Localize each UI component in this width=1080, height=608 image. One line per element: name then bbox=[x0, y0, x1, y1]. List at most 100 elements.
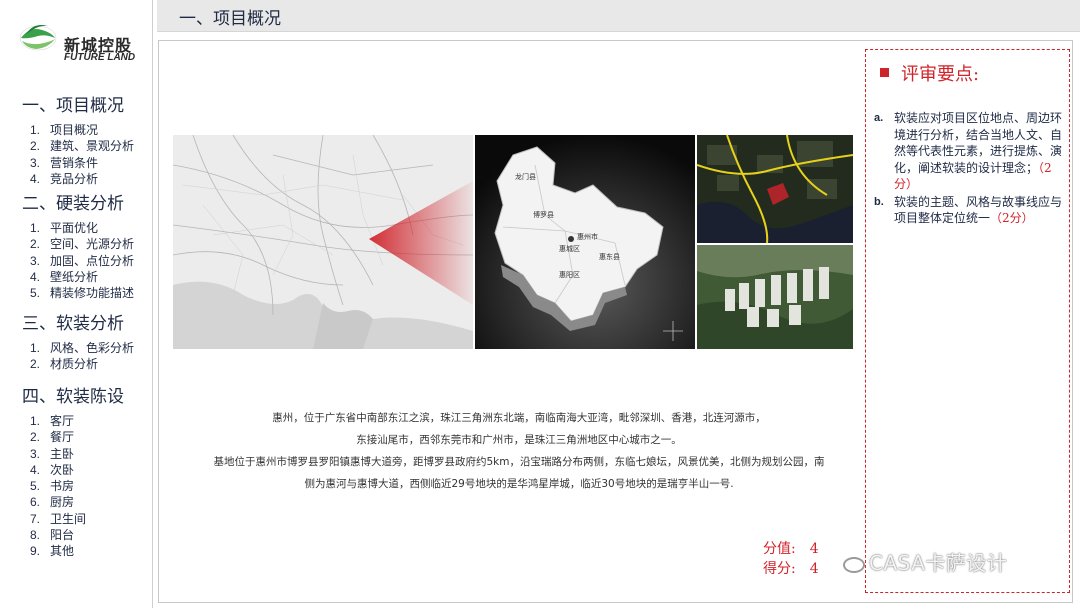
description-line: 基地位于惠州市博罗县罗阳镇惠博大道旁，距博罗县政府约5km，沿宝瑞路分布两侧，东… bbox=[213, 456, 825, 468]
map-label-huidong: 惠东县 bbox=[599, 252, 620, 261]
road-map-illustration bbox=[173, 135, 473, 349]
nav-item[interactable]: 1. 平面优化 bbox=[30, 220, 134, 236]
nav-item-number: 3. bbox=[30, 446, 41, 461]
description-line: 惠州，位于广东省中南部东江之滨，珠江三角洲东北端，南临南海大亚湾，毗邻深圳、香港… bbox=[272, 412, 766, 424]
nav-list: 1. 平面优化 2. 空间、光源分析 3. 加固、点位分析 4. 壁纸分析 5. 精装修功… bbox=[30, 220, 134, 301]
slide-content: 龙门县 博罗县 惠州市 惠城区 惠东县 惠阳区 惠州，位于广东省中南部东江之滨，… bbox=[158, 40, 1073, 603]
nav-item-number: 4. bbox=[30, 269, 41, 284]
nav-section-hard-decoration: 二、硬装分析 1. 平面优化 2. 空间、光源分析 3. 加固、点位分析 4. 壁纸分析… bbox=[22, 192, 134, 301]
nav-item[interactable]: 2. 建筑、景观分析 bbox=[30, 138, 134, 154]
nav-item-label: 阳台 bbox=[50, 528, 75, 543]
map-label-boluo: 博罗县 bbox=[533, 210, 554, 219]
nav-list: 1. 客厅 2. 餐厅 3. 主卧 4. 次卧 5. 书房 6. 厨房 7. 卫生间 8. 阳台… bbox=[30, 413, 124, 560]
review-criterion: b. 软装的主题、风格与故事线应与项目整体定位统一（2分） bbox=[874, 194, 1069, 227]
nav-item[interactable]: 3. 营销条件 bbox=[30, 155, 134, 171]
nav-item[interactable]: 3. 主卧 bbox=[30, 446, 124, 462]
score-earned: 4 bbox=[809, 561, 819, 577]
sidebar: 新城控股 FUTURE LAND 一、项目概况 1. 项目概况 2. 建筑、景观分析… bbox=[0, 0, 153, 608]
nav-section-soft-decoration: 三、软装分析 1. 风格、色彩分析 2. 材质分析 bbox=[22, 312, 134, 373]
nav-item-number: 1. bbox=[30, 341, 41, 355]
map-label-longmen: 龙门县 bbox=[515, 172, 536, 181]
nav-item[interactable]: 5. 书房 bbox=[30, 478, 124, 494]
nav-item-label: 建筑、景观分析 bbox=[50, 139, 135, 154]
review-criterion: a. 软装应对项目区位地点、周边环境进行分析，结合当地人文、自然等代表性元素，进行… bbox=[874, 110, 1069, 193]
nav-item[interactable]: 2. 材质分析 bbox=[30, 356, 134, 372]
map-label-huizhou-city: 惠州市 bbox=[577, 232, 598, 241]
nav-item-number: 3. bbox=[30, 253, 41, 268]
nav-item-number: 1. bbox=[30, 221, 41, 235]
regional-road-map-image bbox=[173, 135, 473, 349]
nav-item[interactable]: 4. 壁纸分析 bbox=[30, 269, 134, 285]
nav-item-label: 客厅 bbox=[50, 414, 75, 428]
wechat-icon bbox=[843, 556, 865, 573]
nav-item-number: 2. bbox=[30, 139, 41, 154]
criterion-text: 软装应对项目区位地点、周边环境进行分析，结合当地人文、自然等代表性元素，进行提炼… bbox=[894, 111, 1063, 175]
nav-item[interactable]: 1. 风格、色彩分析 bbox=[30, 340, 134, 356]
nav-item[interactable]: 4. 次卧 bbox=[30, 462, 124, 478]
map-label-huiyang: 惠阳区 bbox=[559, 270, 580, 279]
nav-item[interactable]: 3. 加固、点位分析 bbox=[30, 253, 134, 269]
score-value: 4 bbox=[809, 541, 819, 557]
nav-item-label: 次卧 bbox=[50, 462, 75, 477]
nav-item-label: 风格、色彩分析 bbox=[50, 341, 135, 355]
nav-list: 1. 项目概况 2. 建筑、景观分析 3. 营销条件 4. 竞品分析 bbox=[30, 122, 134, 187]
nav-item-number: 1. bbox=[30, 123, 41, 137]
nav-item[interactable]: 6. 厨房 bbox=[30, 494, 124, 510]
nav-item-label: 卫生间 bbox=[50, 511, 87, 526]
nav-item[interactable]: 9. 其他 bbox=[30, 543, 124, 559]
district-map-illustration: 龙门县 博罗县 惠州市 惠城区 惠东县 惠阳区 bbox=[475, 135, 695, 349]
score-value-label: 分值: bbox=[763, 541, 796, 557]
nav-section-overview: 一、项目概况 1. 项目概况 2. 建筑、景观分析 3. 营销条件 4. 竞品分析 bbox=[22, 94, 134, 187]
slide-header: 一、项目概况 bbox=[157, 0, 1080, 32]
aerial-photo-illustration bbox=[697, 135, 853, 243]
nav-item-number: 7. bbox=[30, 511, 41, 526]
nav-item[interactable]: 8. 阳台 bbox=[30, 527, 124, 543]
nav-section-title[interactable]: 二、硬装分析 bbox=[22, 192, 134, 216]
nav-item-label: 厨房 bbox=[50, 495, 75, 510]
nav-item[interactable]: 5. 精装修功能描述 bbox=[30, 285, 134, 301]
nav-item[interactable]: 4. 竞品分析 bbox=[30, 171, 134, 187]
nav-item-number: 8. bbox=[30, 528, 41, 543]
criterion-points: （2分） bbox=[990, 211, 1034, 225]
nav-item-label: 精装修功能描述 bbox=[50, 286, 135, 301]
nav-item-number: 5. bbox=[30, 479, 41, 494]
logo-mark-icon bbox=[19, 25, 57, 51]
nav-section-title[interactable]: 三、软装分析 bbox=[22, 312, 134, 336]
nav-item-label: 材质分析 bbox=[50, 357, 99, 372]
nav-item[interactable]: 7. 卫生间 bbox=[30, 511, 124, 527]
nav-item-label: 营销条件 bbox=[50, 155, 99, 170]
nav-item-label: 其他 bbox=[50, 544, 75, 559]
nav-item[interactable]: 1. 项目概况 bbox=[30, 122, 134, 138]
nav-item[interactable]: 1. 客厅 bbox=[30, 413, 124, 429]
nav-section-furnishing: 四、软装陈设 1. 客厅 2. 餐厅 3. 主卧 4. 次卧 5. 书房 6. 厨房 7. 卫… bbox=[22, 385, 124, 560]
nav-item-number: 4. bbox=[30, 462, 41, 477]
review-title-text: 评审要点: bbox=[901, 64, 980, 85]
company-logo[interactable]: 新城控股 FUTURE LAND bbox=[18, 16, 148, 64]
nav-item-label: 主卧 bbox=[50, 446, 75, 461]
nav-section-title[interactable]: 一、项目概况 bbox=[22, 94, 134, 118]
nav-item-number: 4. bbox=[30, 171, 41, 186]
aerial-site-photo bbox=[697, 135, 853, 243]
criterion-label: b. bbox=[874, 195, 884, 208]
nav-item-number: 2. bbox=[30, 357, 41, 372]
nav-section-title[interactable]: 四、软装陈设 bbox=[22, 385, 124, 409]
review-criteria-list: a. 软装应对项目区位地点、周边环境进行分析，结合当地人文、自然等代表性元素，进行… bbox=[874, 110, 1069, 228]
nav-item[interactable]: 2. 餐厅 bbox=[30, 429, 124, 445]
description-line: 侧为惠河与惠博大道，西侧临近29号地块的是华鸿星岸城，临近30号地块的是瑞亨半山… bbox=[304, 478, 734, 490]
nav-item-label: 竞品分析 bbox=[50, 171, 99, 186]
score-earned-row: 得分: 4 bbox=[763, 559, 819, 579]
description-line: 东接汕尾市，西邻东莞市和广州市，是珠江三角洲地区中心城市之一。 bbox=[356, 434, 682, 446]
nav-item-number: 2. bbox=[30, 430, 41, 445]
huizhou-district-map-image: 龙门县 博罗县 惠州市 惠城区 惠东县 惠阳区 bbox=[475, 135, 695, 349]
rendering-illustration bbox=[697, 245, 853, 349]
nav-item-number: 2. bbox=[30, 237, 41, 252]
nav-item-label: 平面优化 bbox=[50, 221, 99, 235]
map-label-huicheng: 惠城区 bbox=[559, 244, 580, 253]
square-bullet-icon bbox=[880, 68, 889, 77]
nav-item-number: 5. bbox=[30, 286, 41, 301]
nav-item-label: 项目概况 bbox=[50, 123, 99, 137]
nav-item-number: 1. bbox=[30, 414, 41, 428]
logo-name-en: FUTURE LAND bbox=[64, 52, 136, 63]
score-value-row: 分值: 4 bbox=[763, 539, 819, 559]
nav-item[interactable]: 2. 空间、光源分析 bbox=[30, 236, 134, 252]
